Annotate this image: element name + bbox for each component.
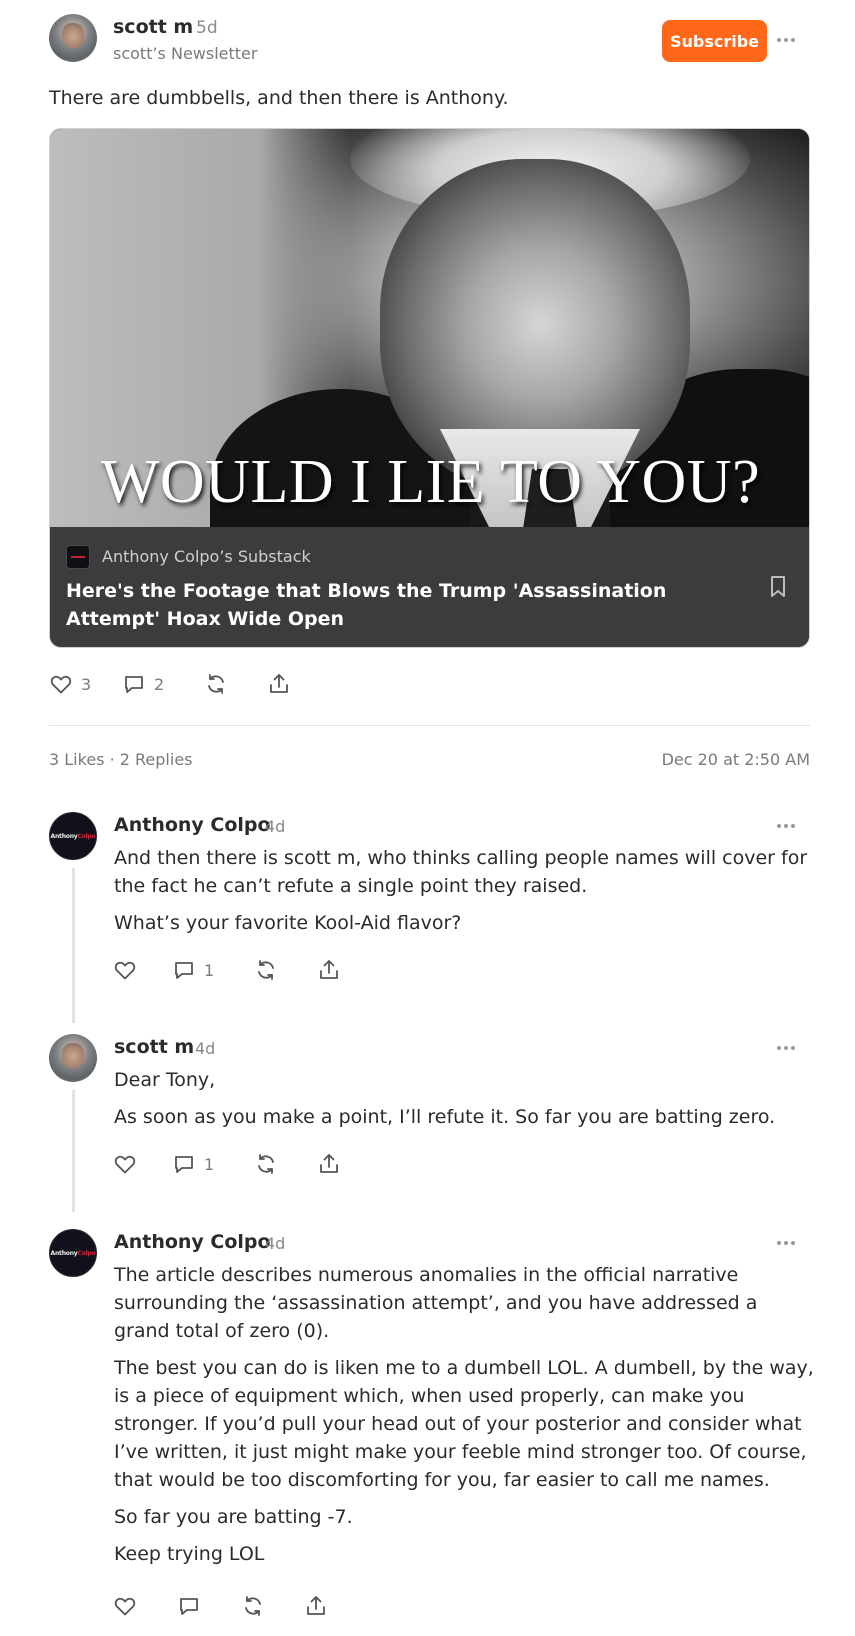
comment-actions: 1 — [113, 1152, 373, 1180]
like-button[interactable] — [113, 1594, 137, 1618]
article-footer: Anthony Colpo’s Substack Here's the Foot… — [50, 527, 809, 647]
post-actions: 3 2 — [49, 672, 349, 700]
like-button[interactable] — [113, 1152, 137, 1176]
avatar-label: AnthonyColpo — [50, 1249, 96, 1257]
avatar-label: AnthonyColpo — [50, 832, 96, 840]
commenter-name[interactable]: scott m — [114, 1036, 194, 1058]
reply-button[interactable] — [177, 1594, 201, 1618]
comment-paragraph: And then there is scott m, who thinks ca… — [114, 847, 808, 897]
comment-time[interactable]: 4d — [265, 1234, 285, 1253]
author-avatar[interactable] — [49, 14, 97, 62]
newsletter-name[interactable]: scott’s Newsletter — [113, 44, 257, 63]
restack-icon — [258, 960, 274, 980]
restack-icon — [245, 1596, 261, 1616]
reply-count: 1 — [204, 960, 215, 980]
publication-logo — [66, 545, 90, 569]
comment-icon — [125, 676, 143, 693]
post-date: Dec 20 at 2:50 AM — [661, 750, 810, 769]
post-text: There are dumbbells, and then there is A… — [49, 87, 509, 109]
article-image: WOULD I LIE TO YOU? — [50, 129, 809, 527]
comment-time[interactable]: 4d — [195, 1039, 215, 1058]
comment-paragraph: The best you can do is liken me to a dum… — [114, 1357, 814, 1491]
heart-icon — [114, 1155, 136, 1174]
comment-paragraph: So far you are batting -7. — [114, 1506, 353, 1528]
post-time[interactable]: 5d — [196, 18, 218, 38]
article-card[interactable]: WOULD I LIE TO YOU? Anthony Colpo’s Subs… — [49, 128, 810, 648]
comment-paragraph: Dear Tony, — [114, 1069, 216, 1091]
comment-icon — [175, 962, 193, 979]
comment-actions: 1 — [113, 958, 373, 986]
share-icon — [270, 674, 288, 693]
share-icon — [320, 960, 338, 979]
comment-paragraph: What’s your favorite Kool-Aid flavor? — [114, 912, 462, 934]
restack-button[interactable] — [204, 672, 228, 696]
comment: scott m 4d Dear Tony, As soon as you mak… — [49, 1034, 810, 1154]
comment: AnthonyColpo Anthony Colpo 4d The articl… — [49, 1229, 814, 1569]
commenter-avatar[interactable]: AnthonyColpo — [49, 1229, 97, 1277]
restack-button[interactable] — [241, 1594, 265, 1618]
restack-icon — [208, 674, 224, 694]
article-title[interactable]: Here's the Footage that Blows the Trump … — [66, 577, 726, 633]
more-icon[interactable] — [777, 1239, 799, 1247]
comment-icon — [180, 1598, 198, 1615]
reply-button[interactable]: 1 — [172, 958, 214, 982]
comment-body: Dear Tony, As soon as you make a point, … — [114, 1066, 814, 1131]
comment-paragraph: The article describes numerous anomalies… — [114, 1264, 758, 1342]
comment-body: And then there is scott m, who thinks ca… — [114, 844, 814, 937]
publication-name: Anthony Colpo’s Substack — [102, 547, 311, 566]
like-button[interactable]: 3 — [49, 672, 91, 696]
comment-paragraph: Keep trying LOL — [114, 1543, 265, 1565]
like-count: 3 — [81, 674, 92, 694]
share-button[interactable] — [317, 1152, 341, 1176]
commenter-name[interactable]: Anthony Colpo — [114, 814, 271, 836]
reply-button[interactable]: 1 — [172, 1152, 214, 1176]
like-button[interactable] — [113, 958, 137, 982]
comment-body: The article describes numerous anomalies… — [114, 1261, 814, 1568]
comment-time[interactable]: 4d — [265, 817, 285, 836]
subscribe-button[interactable]: Subscribe — [662, 20, 767, 62]
reply-count: 1 — [204, 1154, 215, 1174]
heart-icon — [114, 961, 136, 980]
share-button[interactable] — [267, 672, 291, 696]
comment-icon — [175, 1156, 193, 1173]
more-icon[interactable] — [777, 822, 799, 830]
comment-count: 2 — [154, 674, 165, 694]
share-icon — [307, 1596, 325, 1615]
share-button[interactable] — [304, 1594, 328, 1618]
restack-icon — [258, 1154, 274, 1174]
heart-icon — [114, 1597, 136, 1616]
restack-button[interactable] — [254, 958, 278, 982]
heart-icon — [50, 675, 72, 694]
share-button[interactable] — [317, 958, 341, 982]
bookmark-icon[interactable] — [768, 575, 788, 599]
share-icon — [320, 1154, 338, 1173]
author-name[interactable]: scott m — [113, 16, 193, 38]
commenter-name[interactable]: Anthony Colpo — [114, 1231, 271, 1253]
likes-replies-summary[interactable]: 3 Likes · 2 Replies — [49, 750, 193, 769]
restack-button[interactable] — [254, 1152, 278, 1176]
comment-actions — [113, 1594, 373, 1622]
commenter-avatar[interactable] — [49, 1034, 97, 1082]
more-icon[interactable] — [777, 36, 799, 44]
comment: AnthonyColpo Anthony Colpo 4d And then t… — [49, 812, 810, 982]
comment-button[interactable]: 2 — [122, 672, 164, 696]
commenter-avatar[interactable]: AnthonyColpo — [49, 812, 97, 860]
comment-paragraph: As soon as you make a point, I’ll refute… — [114, 1106, 776, 1128]
image-caption: WOULD I LIE TO YOU? — [100, 448, 761, 516]
divider — [49, 725, 810, 726]
more-icon[interactable] — [777, 1044, 799, 1052]
